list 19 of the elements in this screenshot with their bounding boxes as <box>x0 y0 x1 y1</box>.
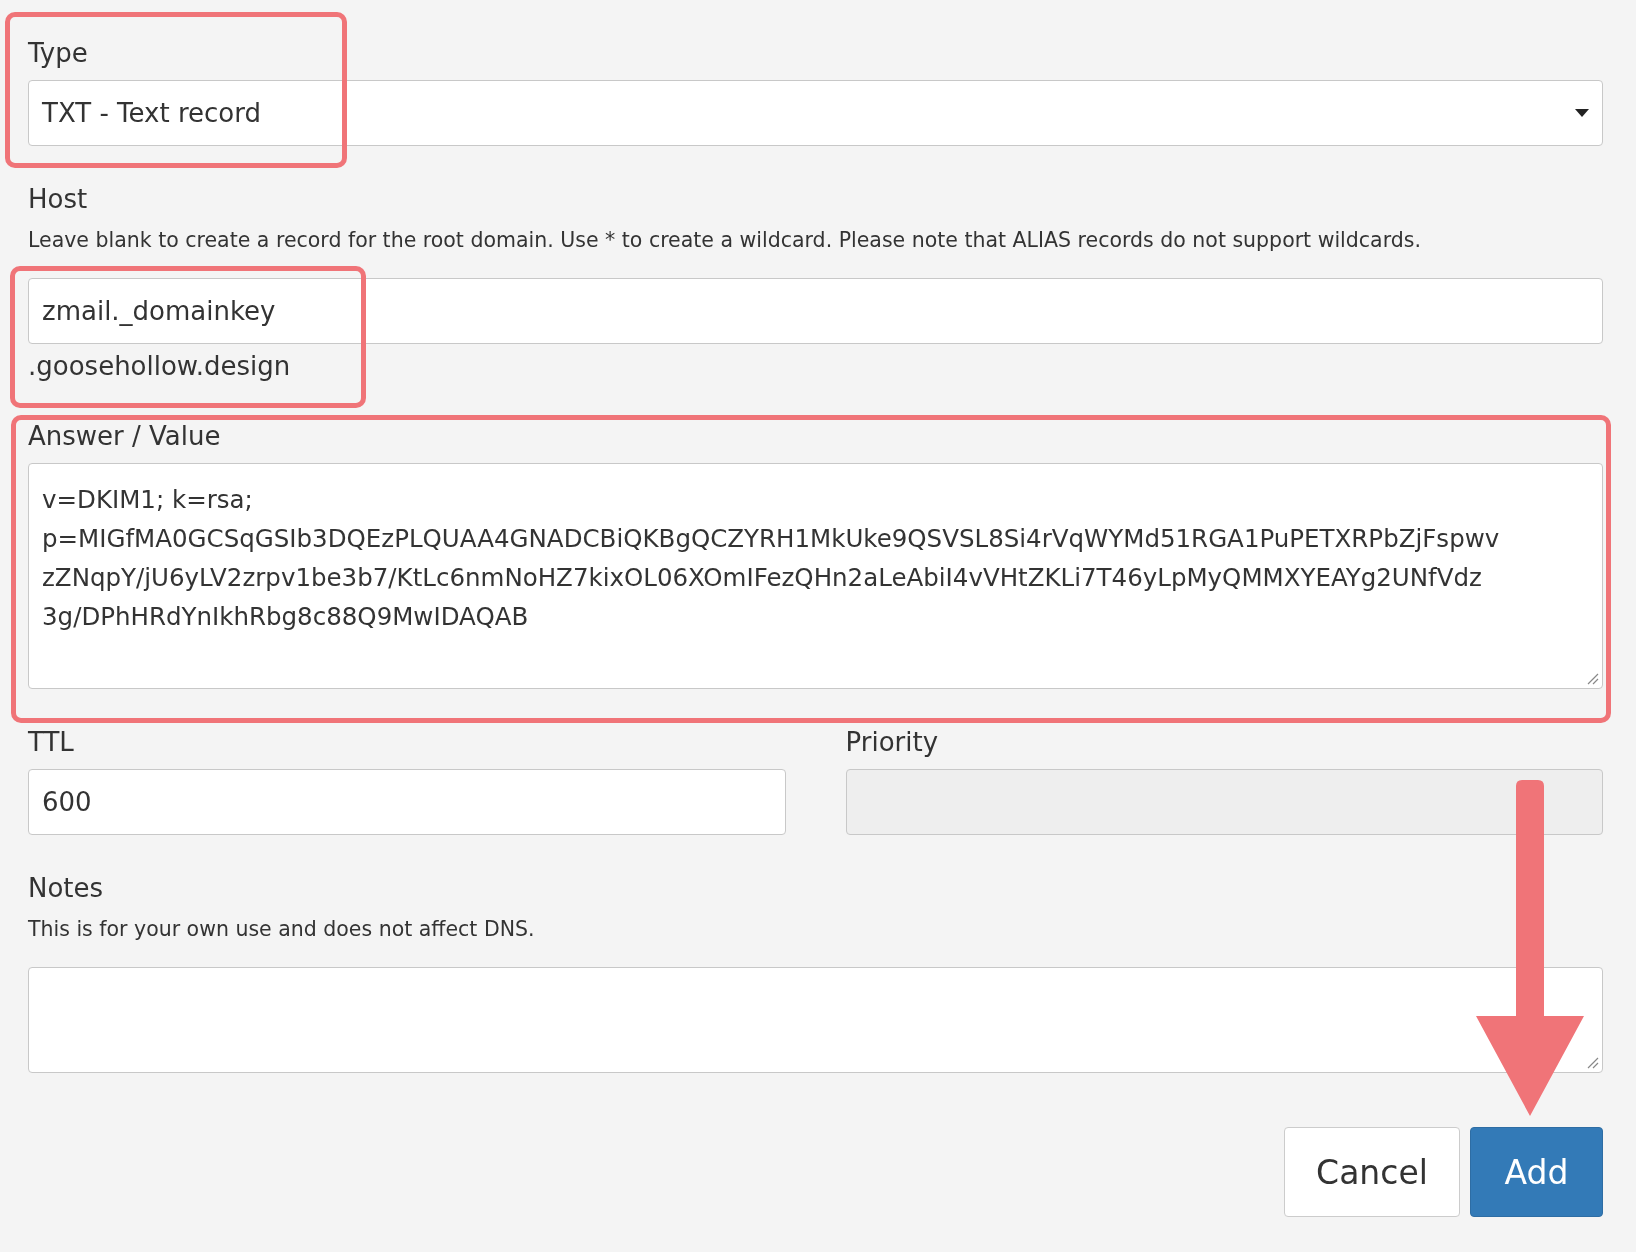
ttl-input[interactable]: 600 <box>28 769 786 835</box>
field-hint: Leave blank to create a record for the root domain. Use * to create a wildcard. Please note that ALIAS records do not support wildcards. <box>28 227 1422 254</box>
field-hint: This is for your own use and does not affect DNS. <box>28 916 536 943</box>
field-label: Priority <box>845 726 940 759</box>
host-input[interactable]: zmail._domainkey <box>28 278 1603 344</box>
field-label: Answer / Value <box>28 420 222 453</box>
type-select[interactable]: TXT - Text record <box>28 80 1603 146</box>
add-button[interactable]: Add <box>1470 1127 1603 1217</box>
resize-handle-icon[interactable] <box>1585 1055 1599 1069</box>
resize-handle-icon[interactable] <box>1585 671 1599 685</box>
domain-suffix: .goosehollow.design <box>28 350 292 383</box>
cancel-button[interactable]: Cancel <box>1284 1127 1460 1217</box>
answer-textarea[interactable]: v=DKIM1; k=rsa; p=MIGfMA0GCSqGSIb3DQEzPLQUAA4GNADCBiQKBgQCZYRH1MkUke9QSVSL8Si4rVqWYMd51RGA1PuPETXRPbZjFspwv zZNqpY/jU6yLV2zrpv1be3b7/KtLc6nmNoHZ7kixOL06XOmIFezQHn2aLeAbiI4vVHtZKLi7T46yLpMyQMMXYEAYg2UNfVdz 3g/DPhHRdYnIkhRbg8c88Q9MwIDAQAB <box>28 463 1603 689</box>
field-label: Host <box>28 183 89 216</box>
field-label: Notes <box>28 872 105 905</box>
field-label: Type <box>28 37 89 70</box>
field-label: TTL <box>28 726 75 759</box>
notes-textarea[interactable] <box>28 967 1603 1073</box>
caret-icon <box>1575 109 1589 117</box>
